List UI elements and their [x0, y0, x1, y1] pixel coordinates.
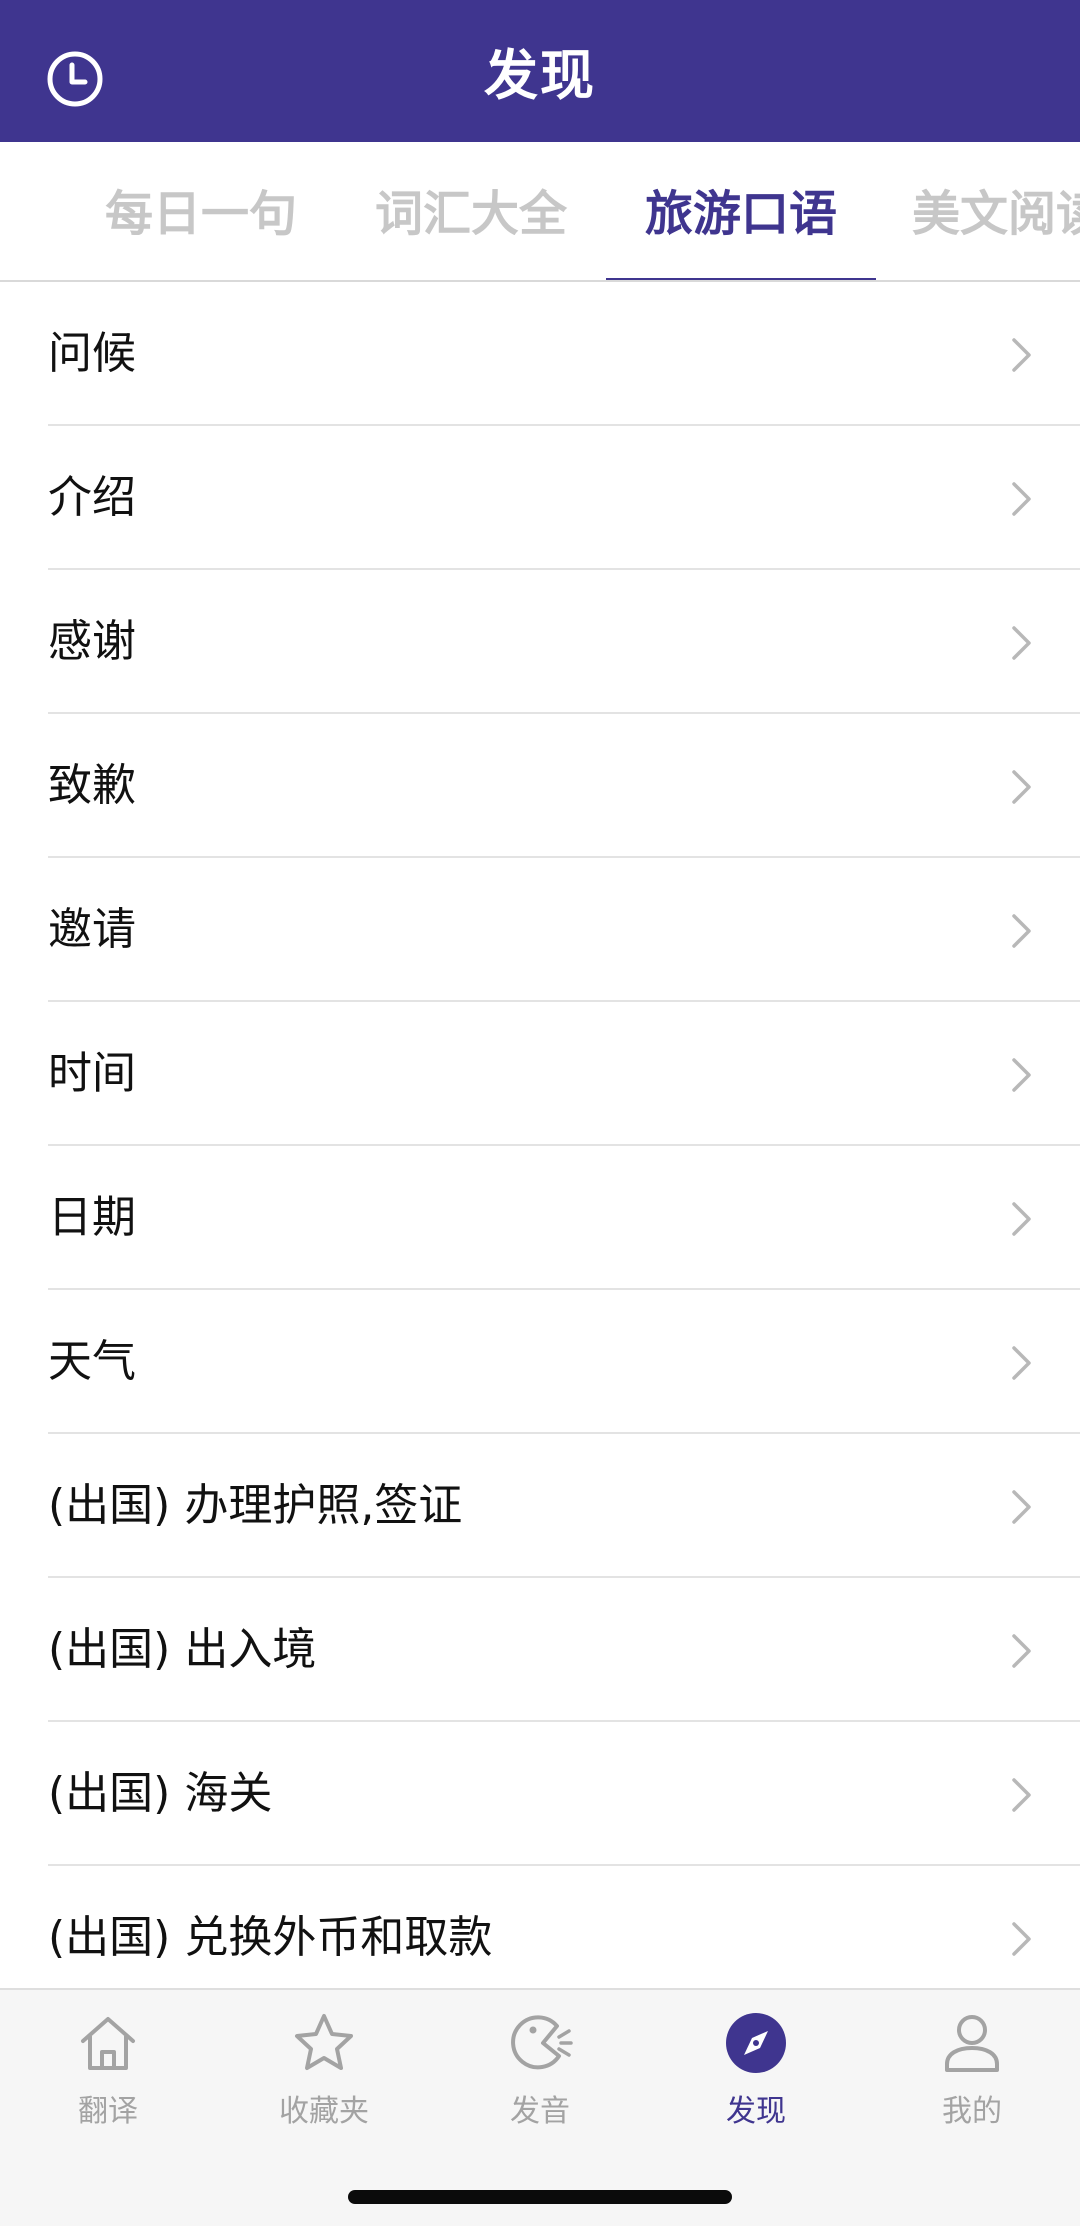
list-item[interactable]: 日期: [0, 1146, 1080, 1290]
chevron-right-icon: [1010, 624, 1034, 662]
header-bar: 发现: [0, 0, 1080, 142]
home-icon: [75, 2010, 141, 2076]
list-item[interactable]: 致歉: [0, 714, 1080, 858]
list-item[interactable]: (出国) 出入境: [0, 1578, 1080, 1722]
nav-favorites[interactable]: 收藏夹: [216, 1990, 432, 2140]
nav-label: 收藏夹: [279, 2094, 369, 2129]
page-title: 发现: [484, 44, 596, 107]
discover-screen: 发现 程 每日一句 词汇大全 旅游口语 美文阅读 问候介绍感谢致歉邀请时间日期天…: [0, 0, 1080, 2226]
nav-pronunciation[interactable]: 发音: [432, 1990, 648, 2140]
list-item-label: (出国) 海关: [48, 1768, 273, 1819]
nav-label: 我的: [942, 2094, 1002, 2129]
chevron-right-icon: [1010, 1200, 1034, 1238]
tab-course[interactable]: 程: [0, 142, 30, 280]
list-item[interactable]: 感谢: [0, 570, 1080, 714]
chevron-right-icon: [1010, 1488, 1034, 1526]
chevron-right-icon: [1010, 1920, 1034, 1958]
tab-daily-sentence[interactable]: 每日一句: [66, 142, 336, 280]
list-item[interactable]: (出国) 办理护照,签证: [0, 1434, 1080, 1578]
chevron-right-icon: [1010, 768, 1034, 806]
list-item-label: 介绍: [48, 472, 136, 523]
list-item-label: 感谢: [48, 616, 136, 667]
list-item[interactable]: 时间: [0, 1002, 1080, 1146]
list-item-label: 日期: [48, 1192, 136, 1243]
list-item[interactable]: (出国) 兑换外币和取款: [0, 1866, 1080, 1988]
user-icon: [939, 2010, 1005, 2076]
chevron-right-icon: [1010, 336, 1034, 374]
list-item[interactable]: 介绍: [0, 426, 1080, 570]
chevron-right-icon: [1010, 1056, 1034, 1094]
tab-reading[interactable]: 美文阅读: [876, 142, 1080, 280]
compass-icon: [723, 2010, 789, 2076]
chevron-right-icon: [1010, 1632, 1034, 1670]
category-tabs: 程 每日一句 词汇大全 旅游口语 美文阅读: [0, 142, 1080, 282]
home-indicator: [348, 2190, 732, 2204]
nav-profile[interactable]: 我的: [864, 1990, 1080, 2140]
list-item[interactable]: 天气: [0, 1290, 1080, 1434]
nav-discover[interactable]: 发现: [648, 1990, 864, 2140]
list-item[interactable]: 邀请: [0, 858, 1080, 1002]
list-item[interactable]: (出国) 海关: [0, 1722, 1080, 1866]
star-icon: [291, 2010, 357, 2076]
list-item-label: 问候: [48, 328, 136, 379]
nav-label: 发音: [510, 2094, 570, 2129]
chevron-right-icon: [1010, 912, 1034, 950]
nav-label: 发现: [726, 2094, 786, 2129]
list-item-label: 天气: [48, 1336, 136, 1387]
nav-translate[interactable]: 翻译: [0, 1990, 216, 2140]
list-item-label: 邀请: [48, 904, 136, 955]
chevron-right-icon: [1010, 1344, 1034, 1382]
chevron-right-icon: [1010, 1776, 1034, 1814]
list-item-label: (出国) 兑换外币和取款: [48, 1912, 493, 1963]
list-item-label: (出国) 出入境: [48, 1624, 317, 1675]
chevron-right-icon: [1010, 480, 1034, 518]
tab-travel-phrases[interactable]: 旅游口语: [606, 142, 876, 280]
list-item-label: 致歉: [48, 760, 136, 811]
tab-vocabulary[interactable]: 词汇大全: [336, 142, 606, 280]
list-item-label: 时间: [48, 1048, 136, 1099]
list-item[interactable]: 问候: [0, 282, 1080, 426]
phrase-category-list: 问候介绍感谢致歉邀请时间日期天气 (出国) 办理护照,签证 (出国) 出入境 (出国)…: [0, 282, 1080, 1988]
nav-label: 翻译: [78, 2094, 138, 2129]
pronunciation-icon: [507, 2010, 573, 2076]
list-item-label: (出国) 办理护照,签证: [48, 1480, 463, 1531]
